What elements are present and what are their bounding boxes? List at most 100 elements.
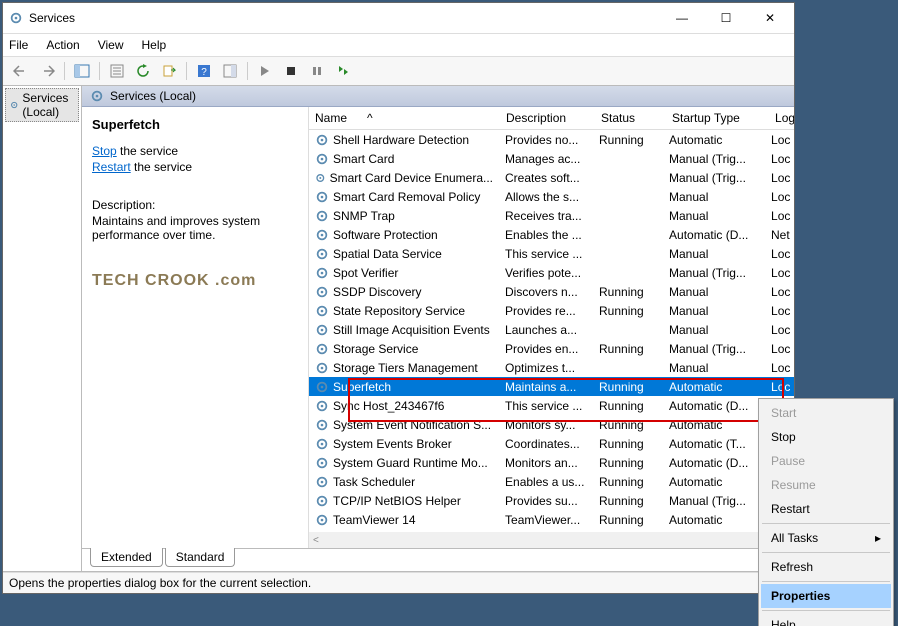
cell-startup: Manual <box>663 323 765 337</box>
cell-name: TCP/IP NetBIOS Helper <box>309 494 499 508</box>
cell-name: Smart Card <box>309 152 499 166</box>
column-log[interactable]: Log <box>769 107 794 129</box>
service-row[interactable]: TCP/IP NetBIOS HelperProvides su...Runni… <box>309 491 794 510</box>
cell-status: Running <box>593 285 663 299</box>
cm-all-tasks[interactable]: All Tasks ▸ <box>761 526 891 550</box>
export-button[interactable] <box>157 59 181 83</box>
cell-startup: Manual <box>663 304 765 318</box>
minimize-button[interactable]: — <box>660 4 704 32</box>
show-hide-tree-button[interactable] <box>70 59 94 83</box>
cell-description: Provides re... <box>499 304 593 318</box>
cell-description: TeamViewer... <box>499 513 593 527</box>
properties-button[interactable] <box>105 59 129 83</box>
gear-icon <box>315 228 329 242</box>
tree-services-local[interactable]: Services (Local) <box>5 88 79 122</box>
service-row[interactable]: Smart Card Device Enumera...Creates soft… <box>309 168 794 187</box>
cell-description: Creates soft... <box>499 171 593 185</box>
stop-link[interactable]: Stop <box>92 144 117 158</box>
tab-standard[interactable]: Standard <box>165 548 236 567</box>
cell-status: Running <box>593 133 663 147</box>
cell-description: Launches a... <box>499 323 593 337</box>
refresh-button[interactable] <box>131 59 155 83</box>
cell-name: Smart Card Device Enumera... <box>309 171 499 185</box>
close-button[interactable]: ✕ <box>748 4 792 32</box>
service-row[interactable]: System Guard Runtime Mo...Monitors an...… <box>309 453 794 472</box>
horizontal-scrollbar[interactable]: < <box>309 532 794 548</box>
column-status[interactable]: Status <box>595 107 666 129</box>
service-row[interactable]: TeamViewer 14TeamViewer...RunningAutomat… <box>309 510 794 529</box>
cell-name: Spot Verifier <box>309 266 499 280</box>
cell-status: Running <box>593 475 663 489</box>
service-row[interactable]: Still Image Acquisition EventsLaunches a… <box>309 320 794 339</box>
service-row[interactable]: SNMP TrapReceives tra...ManualLoc <box>309 206 794 225</box>
cell-status: Running <box>593 399 663 413</box>
restart-button[interactable] <box>331 59 355 83</box>
cell-description: Manages ac... <box>499 152 593 166</box>
stop-button[interactable] <box>279 59 303 83</box>
service-row[interactable]: Storage Tiers ManagementOptimizes t...Ma… <box>309 358 794 377</box>
service-row[interactable]: Storage ServiceProvides en...RunningManu… <box>309 339 794 358</box>
service-row[interactable]: Software ProtectionEnables the ...Automa… <box>309 225 794 244</box>
cell-description: Allows the s... <box>499 190 593 204</box>
service-row[interactable]: Shell Hardware DetectionProvides no...Ru… <box>309 130 794 149</box>
gear-icon <box>315 437 329 451</box>
column-startup-type[interactable]: Startup Type <box>666 107 769 129</box>
menu-view[interactable]: View <box>98 38 124 52</box>
column-description[interactable]: Description <box>500 107 595 129</box>
cm-pause: Pause <box>761 449 891 473</box>
cell-status: Running <box>593 418 663 432</box>
nav-back-button[interactable] <box>9 59 33 83</box>
cell-log: Loc <box>765 304 794 318</box>
menu-action[interactable]: Action <box>46 38 79 52</box>
service-row[interactable]: Smart CardManages ac... Manual (Trig...Lo… <box>309 149 794 168</box>
service-row[interactable]: Smart Card Removal PolicyAllows the s...… <box>309 187 794 206</box>
menu-help[interactable]: Help <box>142 38 167 52</box>
help-button[interactable]: ? <box>192 59 216 83</box>
service-list[interactable]: Shell Hardware DetectionProvides no...Ru… <box>309 130 794 548</box>
cell-startup: Manual (Trig... <box>663 266 765 280</box>
cm-refresh[interactable]: Refresh <box>761 555 891 579</box>
tree-item-label: Services (Local) <box>22 91 74 119</box>
service-row[interactable]: Spatial Data ServiceThis service ...Manu… <box>309 244 794 263</box>
cell-name: Storage Tiers Management <box>309 361 499 375</box>
restart-link[interactable]: Restart <box>92 160 131 174</box>
list-header: Name ^ Description Status Startup Type L… <box>309 107 794 130</box>
cm-properties[interactable]: Properties <box>761 584 891 608</box>
cell-startup: Manual (Trig... <box>663 494 765 508</box>
cell-startup: Manual (Trig... <box>663 152 765 166</box>
play-button[interactable] <box>253 59 277 83</box>
tab-extended[interactable]: Extended <box>90 548 163 567</box>
pause-button[interactable] <box>305 59 329 83</box>
cm-help[interactable]: Help <box>761 613 891 626</box>
cell-status: Running <box>593 456 663 470</box>
action-pane-button[interactable] <box>218 59 242 83</box>
cell-log: Loc <box>765 266 794 280</box>
services-window: Services — ☐ ✕ File Action View Help ? <box>2 2 795 594</box>
cell-name: Task Scheduler <box>309 475 499 489</box>
cell-log: Loc <box>765 190 794 204</box>
service-row[interactable]: SSDP DiscoveryDiscovers n...RunningManua… <box>309 282 794 301</box>
cm-stop[interactable]: Stop <box>761 425 891 449</box>
view-tabs: Extended Standard <box>82 548 794 571</box>
service-row[interactable]: State Repository ServiceProvides re...Ru… <box>309 301 794 320</box>
menu-file[interactable]: File <box>9 38 28 52</box>
service-row[interactable]: SuperfetchMaintains a...RunningAutomatic… <box>309 377 794 396</box>
service-row[interactable]: System Event Notification S...Monitors s… <box>309 415 794 434</box>
service-row[interactable]: Spot VerifierVerifies pote...Manual (Tri… <box>309 263 794 282</box>
cell-description: Provides no... <box>499 133 593 147</box>
gear-icon <box>315 418 329 432</box>
service-row[interactable]: Sync Host_243467f6This service ...Runnin… <box>309 396 794 415</box>
column-name[interactable]: Name ^ <box>309 107 500 129</box>
service-row[interactable]: Task SchedulerEnables a us...RunningAuto… <box>309 472 794 491</box>
cell-log: Loc <box>765 152 794 166</box>
pane-header-label: Services (Local) <box>110 89 196 103</box>
cm-restart[interactable]: Restart <box>761 497 891 521</box>
gear-icon <box>315 513 329 527</box>
cell-name: Smart Card Removal Policy <box>309 190 499 204</box>
cell-description: Monitors an... <box>499 456 593 470</box>
service-row[interactable]: System Events BrokerCoordinates...Runnin… <box>309 434 794 453</box>
cell-description: Discovers n... <box>499 285 593 299</box>
svg-text:?: ? <box>201 67 207 78</box>
nav-forward-button[interactable] <box>35 59 59 83</box>
maximize-button[interactable]: ☐ <box>704 4 748 32</box>
